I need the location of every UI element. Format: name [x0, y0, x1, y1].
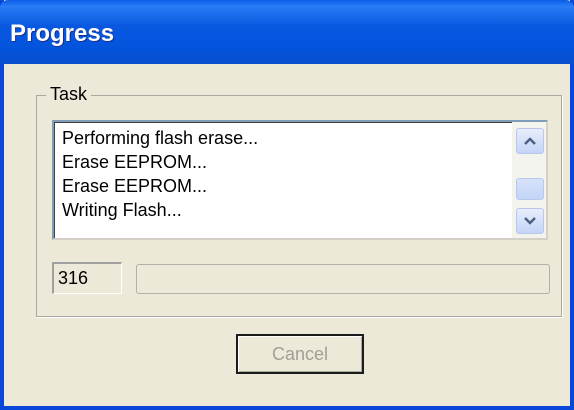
task-log-listbox[interactable]: Performing flash erase... Erase EEPROM..… — [52, 120, 548, 240]
cancel-button[interactable]: Cancel — [236, 334, 364, 374]
progress-dialog: Progress Task Performing flash erase... … — [0, 0, 574, 410]
list-item[interactable]: Writing Flash... — [62, 198, 258, 222]
list-item[interactable]: Performing flash erase... — [62, 126, 258, 150]
task-group-label: Task — [46, 84, 92, 105]
progress-bar — [136, 264, 550, 294]
counter-field: 316 — [52, 262, 122, 294]
scroll-thumb[interactable] — [516, 178, 544, 200]
task-log-list: Performing flash erase... Erase EEPROM..… — [62, 126, 258, 222]
scroll-down-button[interactable] — [516, 208, 544, 234]
vertical-scrollbar[interactable] — [512, 122, 546, 238]
list-item[interactable]: Erase EEPROM... — [62, 174, 258, 198]
chevron-down-icon — [524, 217, 536, 225]
title-bar[interactable]: Progress — [0, 0, 574, 64]
chevron-up-icon — [524, 137, 536, 145]
scroll-up-button[interactable] — [516, 128, 544, 154]
list-item[interactable]: Erase EEPROM... — [62, 150, 258, 174]
window-title: Progress — [10, 20, 115, 47]
